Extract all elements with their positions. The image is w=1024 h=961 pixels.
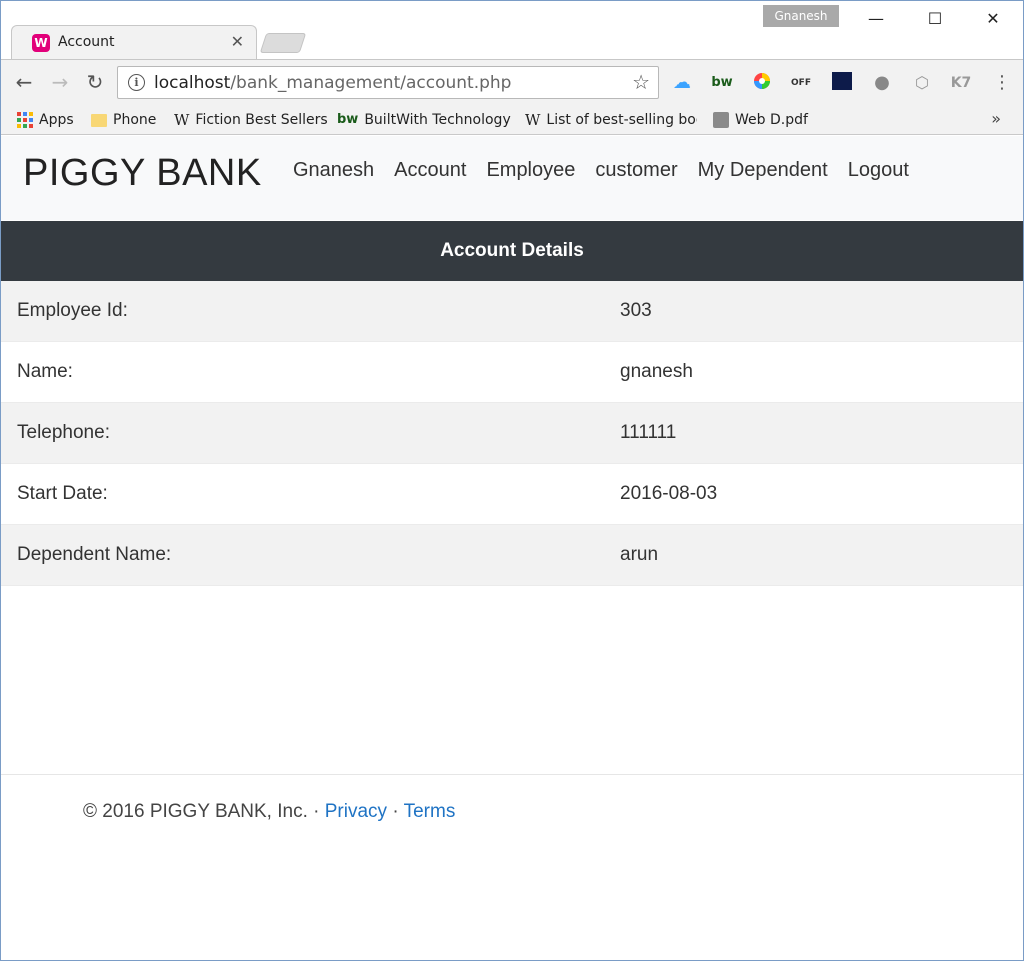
nav-link-employee[interactable]: Employee xyxy=(486,159,575,182)
bookmark-label: List of best-selling boo xyxy=(546,112,697,128)
new-tab-button[interactable] xyxy=(259,33,307,53)
cube-extension-icon[interactable]: ⬡ xyxy=(911,72,933,94)
footer-separator: · xyxy=(387,801,404,822)
forward-icon[interactable]: → xyxy=(48,70,72,94)
bookmark-label: Fiction Best Sellers xyxy=(195,112,328,128)
bookmark-builtwith[interactable]: bw BuiltWith Technology xyxy=(337,109,511,131)
tab-title: Account xyxy=(58,34,115,50)
apps-grid-icon xyxy=(17,112,33,128)
bookmark-apps[interactable]: Apps xyxy=(17,109,74,131)
row-label: Telephone: xyxy=(17,422,110,443)
table-row: Dependent Name: arun xyxy=(1,525,1023,586)
bookmark-phone[interactable]: Phone xyxy=(91,109,156,131)
nav-link-customer[interactable]: customer xyxy=(595,159,677,182)
bookmark-web-d-pdf[interactable]: Web D.pdf xyxy=(713,109,808,131)
builtwith-icon: bw xyxy=(337,112,359,127)
table-row: Employee Id: 303 xyxy=(1,281,1023,342)
account-details-header: Account Details xyxy=(1,221,1023,281)
terms-link[interactable]: Terms xyxy=(404,801,456,822)
footer-divider xyxy=(1,774,1023,775)
table-row: Telephone: 111111 xyxy=(1,403,1023,464)
more-bookmarks-icon[interactable]: » xyxy=(991,109,1001,128)
row-label: Employee Id: xyxy=(17,300,128,321)
info-icon[interactable]: i xyxy=(128,74,145,91)
bookmark-list-best-selling[interactable]: W List of best-selling boo xyxy=(525,109,697,131)
url-host: localhost xyxy=(154,73,231,93)
builtwith-extension-icon[interactable]: bw xyxy=(711,72,733,94)
browser-window: W Account ✕ Gnanesh — ☐ ✕ ← → ↻ i localh… xyxy=(0,0,1024,961)
off-extension-icon[interactable]: OFF xyxy=(790,72,812,94)
row-value: gnanesh xyxy=(620,361,693,382)
url-path: /bank_management/account.php xyxy=(230,73,512,93)
minimize-icon[interactable]: — xyxy=(861,7,891,31)
dark-extension-icon[interactable] xyxy=(831,72,853,94)
row-value: 303 xyxy=(620,300,652,321)
wamp-favicon-icon: W xyxy=(32,34,50,52)
footer: © 2016 PIGGY BANK, Inc. · Privacy · Term… xyxy=(83,801,455,823)
k7-extension-icon[interactable]: K7 xyxy=(950,72,972,94)
globe-extension-icon[interactable]: ● xyxy=(871,72,893,94)
url-text: localhost/bank_management/account.php xyxy=(154,73,511,93)
row-value: 111111 xyxy=(620,422,677,443)
wikipedia-icon: W xyxy=(525,111,541,129)
title-bar: W Account ✕ Gnanesh — ☐ ✕ xyxy=(1,1,1023,59)
page-content: PIGGY BANK Gnanesh Account Employee cust… xyxy=(1,136,1023,960)
menu-kebab-icon[interactable]: ⋮ xyxy=(991,72,1013,94)
bookmark-fiction-best-sellers[interactable]: W Fiction Best Sellers xyxy=(174,109,328,131)
bookmarks-bar: Apps Phone W Fiction Best Sellers bw Built… xyxy=(1,105,1023,135)
row-label: Name: xyxy=(17,361,73,382)
table-row: Start Date: 2016-08-03 xyxy=(1,464,1023,525)
profile-button[interactable]: Gnanesh xyxy=(763,5,839,27)
nav-link-logout[interactable]: Logout xyxy=(848,159,909,182)
bookmark-label: Web D.pdf xyxy=(735,112,808,128)
table-row: Name: gnanesh xyxy=(1,342,1023,403)
row-value: 2016-08-03 xyxy=(620,483,718,504)
wikipedia-icon: W xyxy=(174,111,190,129)
back-icon[interactable]: ← xyxy=(12,70,36,94)
maximize-icon[interactable]: ☐ xyxy=(920,7,950,31)
address-bar[interactable]: i localhost/bank_management/account.php … xyxy=(117,66,659,99)
pdf-icon xyxy=(713,112,729,128)
brand-logo[interactable]: PIGGY BANK xyxy=(23,152,262,195)
site-navbar: PIGGY BANK Gnanesh Account Employee cust… xyxy=(1,136,1023,220)
bookmark-star-icon[interactable]: ☆ xyxy=(632,70,650,94)
row-label: Start Date: xyxy=(17,483,108,504)
nav-link-gnanesh[interactable]: Gnanesh xyxy=(293,159,374,182)
bookmark-label: Apps xyxy=(39,112,74,128)
footer-copyright: © 2016 PIGGY BANK, Inc. · xyxy=(83,801,325,822)
cloud-extension-icon[interactable]: ☁ xyxy=(671,72,693,94)
privacy-link[interactable]: Privacy xyxy=(325,801,387,822)
browser-tab[interactable]: W Account ✕ xyxy=(11,25,257,59)
close-window-icon[interactable]: ✕ xyxy=(978,7,1008,31)
reload-icon[interactable]: ↻ xyxy=(83,70,107,94)
browser-toolbar: ← → ↻ i localhost/bank_management/accoun… xyxy=(1,59,1023,105)
nav-links: Gnanesh Account Employee customer My Dep… xyxy=(293,159,909,182)
row-label: Dependent Name: xyxy=(17,544,172,565)
folder-icon xyxy=(91,114,107,127)
nav-link-account[interactable]: Account xyxy=(394,159,466,182)
bookmark-label: BuiltWith Technology xyxy=(364,112,511,128)
color-wheel-extension-icon[interactable] xyxy=(751,72,773,94)
bookmark-label: Phone xyxy=(113,112,157,128)
nav-link-my-dependent[interactable]: My Dependent xyxy=(698,159,828,182)
account-details-table: Employee Id: 303 Name: gnanesh Telephone… xyxy=(1,281,1023,586)
row-value: arun xyxy=(620,544,659,565)
tab-close-icon[interactable]: ✕ xyxy=(231,32,244,51)
